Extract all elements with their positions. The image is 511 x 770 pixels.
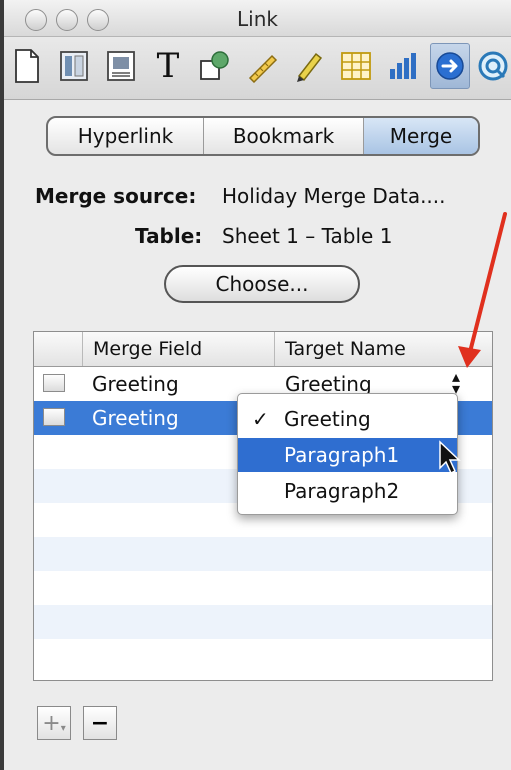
table-header: Merge Field Target Name <box>34 332 492 367</box>
table-icon[interactable] <box>336 43 376 89</box>
remove-button[interactable]: − <box>83 706 117 740</box>
popup-stepper-icon[interactable]: ▴ ▾ <box>452 369 460 397</box>
quicktime-icon[interactable] <box>474 43 511 89</box>
shapes-icon[interactable] <box>195 43 235 89</box>
text-icon[interactable]: T <box>148 43 188 89</box>
title-bar: Link <box>4 0 511 37</box>
field-icon <box>43 374 65 392</box>
wrap-icon[interactable] <box>101 43 141 89</box>
merge-field-cell: Greeting <box>92 406 179 430</box>
inspector-toolbar: T <box>4 37 511 100</box>
mouse-pointer-icon <box>439 440 461 475</box>
window-title: Link <box>237 7 278 31</box>
checkmark-icon: ✓ <box>252 407 269 431</box>
layout-icon[interactable] <box>54 43 94 89</box>
empty-row <box>34 605 492 639</box>
tab-merge[interactable]: Merge <box>364 118 478 154</box>
empty-row <box>34 639 492 673</box>
empty-row <box>34 537 492 571</box>
choose-button[interactable]: Choose... <box>164 265 360 303</box>
add-button[interactable]: + ▾ <box>37 706 71 740</box>
tab-bookmark[interactable]: Bookmark <box>204 118 364 154</box>
window-edge <box>0 0 4 770</box>
merge-source-label: Merge source: <box>35 184 197 208</box>
chevron-down-icon: ▾ <box>60 722 66 734</box>
tab-hyperlink[interactable]: Hyperlink <box>48 118 204 154</box>
empty-row <box>34 571 492 605</box>
merge-source-value: Holiday Merge Data.... <box>222 184 446 208</box>
menu-item-paragraph2[interactable]: Paragraph2 <box>238 474 457 508</box>
table-label: Table: <box>135 224 203 248</box>
annotation-arrow-icon <box>458 212 507 368</box>
chart-icon[interactable] <box>383 43 423 89</box>
field-icon <box>43 408 65 426</box>
graphic-icon[interactable] <box>242 43 282 89</box>
menu-item-paragraph1[interactable]: Paragraph1 <box>238 438 457 472</box>
link-icon[interactable] <box>430 43 470 89</box>
target-name-dropdown-menu: ✓ Greeting Paragraph1 Paragraph2 <box>237 393 458 515</box>
merge-field-cell: Greeting <box>92 372 179 396</box>
document-icon[interactable] <box>7 43 47 89</box>
menu-item-greeting[interactable]: ✓ Greeting <box>238 402 457 436</box>
link-inspector-window: Link T Hyperlink Bookmark Merge Merge so… <box>0 0 511 770</box>
link-type-segmented-control: Hyperlink Bookmark Merge <box>46 116 480 156</box>
metrics-icon[interactable] <box>289 43 329 89</box>
table-value: Sheet 1 – Table 1 <box>222 224 393 248</box>
